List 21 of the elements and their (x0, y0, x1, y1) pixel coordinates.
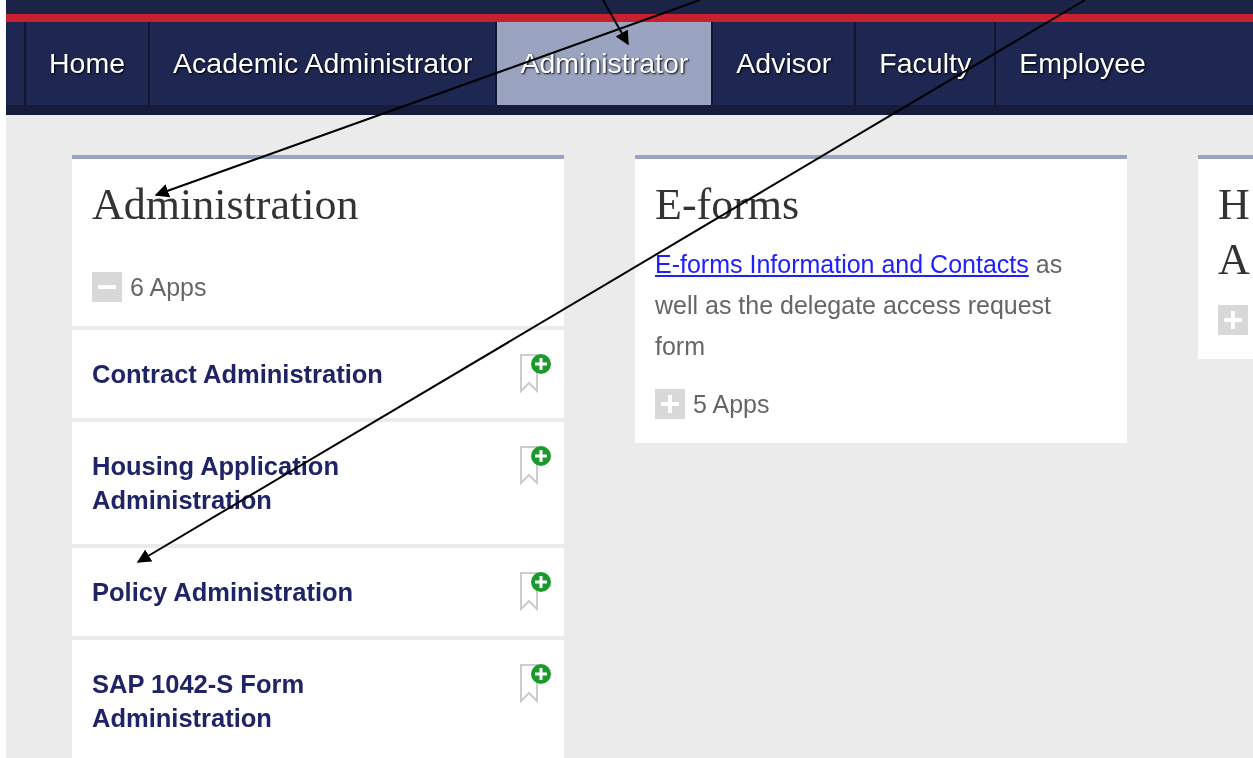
card-title: Administration (92, 180, 359, 229)
info-link[interactable]: E-forms Information and Contacts (655, 250, 1029, 278)
nav-tab[interactable]: Faculty (854, 22, 995, 105)
bookmark-add-icon[interactable] (518, 662, 552, 704)
app-name: Contract Administration (92, 359, 383, 390)
card-title: H (1218, 180, 1250, 229)
nav-tab[interactable]: Employee (994, 22, 1169, 105)
app-item[interactable]: Contract Administration (72, 330, 564, 418)
app-name: SAP 1042-S Form Administration (92, 669, 306, 734)
bookmark-add-icon[interactable] (518, 352, 552, 394)
card-title: A (1218, 235, 1250, 284)
apps-count: 5 Apps (693, 389, 770, 419)
bookmark-add-icon[interactable] (518, 570, 552, 612)
card-description: E-forms Information and Contacts as well as the delegate access request form (655, 249, 1064, 362)
app-name: Policy Administration (92, 577, 354, 608)
nav-tab[interactable]: Advisor (711, 22, 855, 105)
app-item[interactable]: SAP 1042-S Form Administration (72, 640, 564, 758)
bookmark-add-icon[interactable] (518, 444, 552, 486)
nav-tab[interactable]: Home (24, 22, 149, 105)
app-item[interactable]: Policy Administration (72, 548, 564, 636)
apps-count: 6 Apps (130, 272, 207, 302)
